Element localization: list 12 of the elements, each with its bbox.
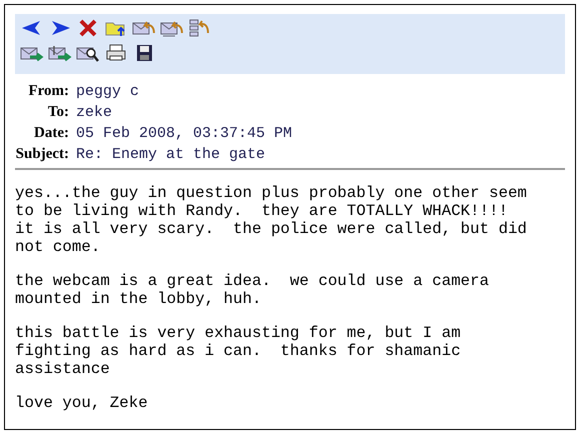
message-paragraph: this battle is very exhausting for me, but I am fighting as hard as i can. thanks for shamanic assistance — [15, 324, 462, 378]
header-value: 05 Feb 2008, 03:37:45 PM — [76, 124, 292, 144]
message-paragraph: yes...the guy in question plus probably one other seem to be living with Randy. they are TOTALLY WHACK!!!! it is all very scary. the police were called, but did not come. — [15, 184, 528, 256]
message-paragraph: love you, Zeke — [15, 394, 149, 412]
header-value: peggy c — [76, 82, 140, 102]
header-value: zeke — [76, 103, 112, 123]
header-label: Date: — [33, 124, 69, 143]
header-value: Re: Enemy at the gate — [76, 145, 266, 165]
header-label: From: — [27, 82, 69, 101]
header-label: To: — [46, 103, 69, 122]
header-label: Subject: — [15, 145, 69, 164]
message-paragraph: the webcam is a great idea. we could use a camera mounted in the lobby, huh. — [15, 272, 490, 308]
